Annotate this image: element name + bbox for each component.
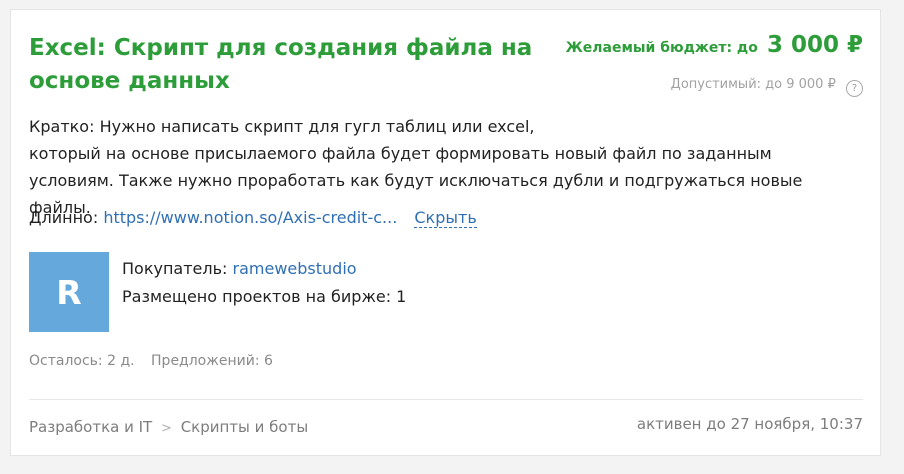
- long-label: Длинно:: [29, 208, 99, 227]
- offers-count: Предложений: 6: [151, 353, 273, 369]
- brief-line-1: Нужно написать скрипт для гугл таблиц ил…: [99, 117, 535, 136]
- help-icon[interactable]: ?: [846, 80, 863, 97]
- allowed-budget-text: Допустимый: до 9 000 ₽: [670, 77, 836, 92]
- buyer-name-link[interactable]: ramewebstudio: [233, 259, 357, 278]
- budget-label: Желаемый бюджет: до: [565, 40, 758, 56]
- long-description-link[interactable]: https://www.notion.so/Axis-credit-c...: [103, 208, 397, 227]
- chevron-right-icon: >: [161, 421, 172, 436]
- buyer-projects-count: Размещено проектов на бирже: 1: [122, 287, 407, 306]
- project-card: Excel: Скрипт для создания файла на осно…: [10, 9, 881, 456]
- budget-value: 3 000 ₽: [766, 32, 863, 58]
- brief-line-2: который на основе присылаемого файла буд…: [29, 144, 772, 163]
- brief-label: Кратко:: [29, 117, 95, 136]
- breadcrumb: Разработка и IT > Скрипты и боты: [29, 418, 308, 436]
- project-title[interactable]: Excel: Скрипт для создания файла на осно…: [29, 32, 549, 98]
- project-stats: Осталось: 2 д. Предложений: 6: [29, 353, 273, 369]
- active-until: активен до 27 ноября, 10:37: [636, 415, 863, 433]
- brief-description: Кратко: Нужно написать скрипт для гугл т…: [29, 113, 869, 221]
- buyer-label: Покупатель:: [122, 259, 228, 278]
- hide-link[interactable]: Скрыть: [414, 208, 477, 228]
- divider: [29, 399, 863, 400]
- buyer-info: Покупатель: ramewebstudio Размещено прое…: [122, 255, 406, 311]
- breadcrumb-category[interactable]: Разработка и IT: [29, 418, 152, 436]
- time-remaining: Осталось: 2 д.: [29, 353, 135, 369]
- avatar[interactable]: R: [29, 252, 109, 332]
- allowed-budget: Допустимый: до 9 000 ₽ ?: [671, 77, 863, 97]
- desired-budget: Желаемый бюджет: до 3 000 ₽: [566, 32, 863, 58]
- breadcrumb-subcategory[interactable]: Скрипты и боты: [181, 418, 309, 436]
- long-description: Длинно: https://www.notion.so/Axis-credi…: [29, 206, 477, 230]
